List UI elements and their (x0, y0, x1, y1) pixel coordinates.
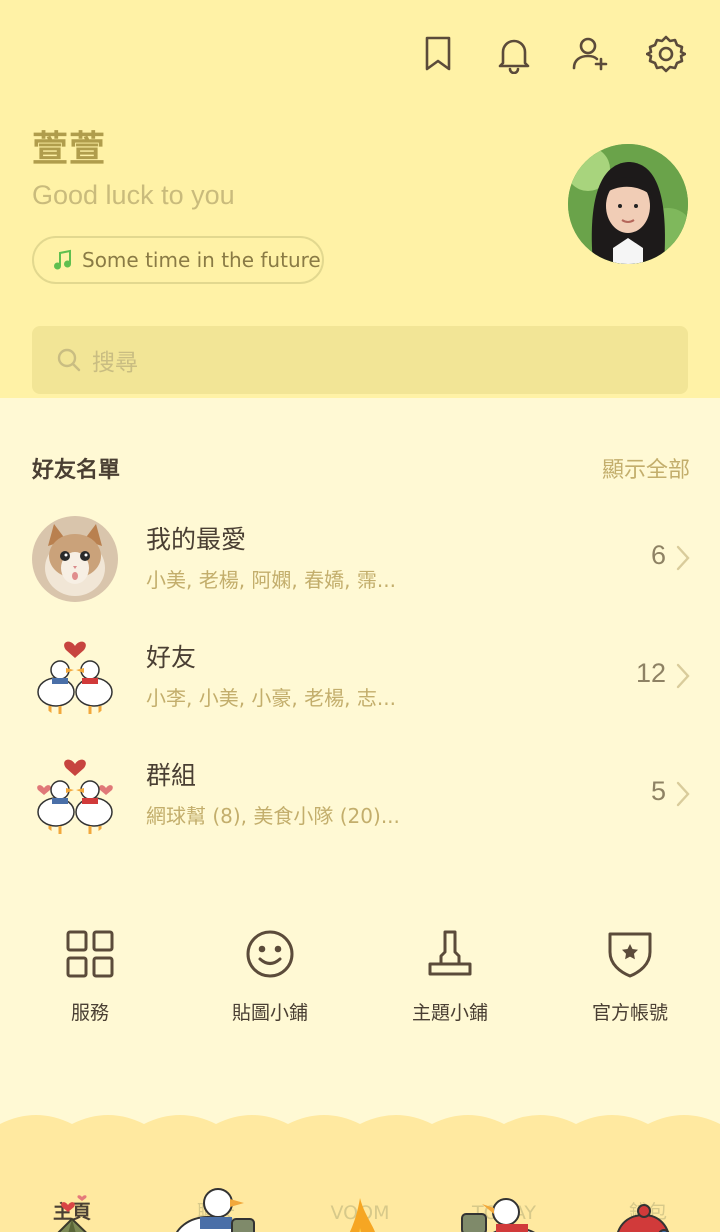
duck-group-thumbnail (32, 752, 118, 838)
status-message[interactable]: Good luck to you (32, 180, 235, 211)
shield-star-icon (608, 932, 652, 978)
chevron-right-icon (676, 663, 690, 689)
duck-couple-thumbnail (32, 634, 118, 720)
list-item-friends[interactable]: 好友 小李, 小美, 小豪, 老楊, 志... 12 (32, 634, 692, 720)
search-input[interactable]: 搜尋 (92, 343, 138, 377)
nav-tab-wallet[interactable]: 錢包 (576, 1197, 720, 1232)
duck-chat-icon (176, 1188, 255, 1232)
cat-thumbnail (32, 516, 118, 602)
music-note-icon (54, 249, 71, 270)
list-item-count: 6 (650, 540, 666, 570)
list-item-subtitle: 小美, 老楊, 阿嫻, 春嬌, 霈... (146, 568, 396, 592)
list-item-title: 我的最愛 (146, 525, 247, 554)
profile-name[interactable]: 萱萱 (32, 120, 106, 172)
search-bar[interactable]: 搜尋 (32, 326, 688, 394)
service-button-official-accounts[interactable]: 官方帳號 (540, 926, 720, 1025)
service-button-themes[interactable]: 主題小鋪 (360, 926, 540, 1025)
nav-tab-today[interactable]: TODAY (432, 1198, 576, 1232)
service-label: 服務 (70, 1002, 109, 1024)
service-label: 貼圖小鋪 (231, 1002, 308, 1024)
service-label: 主題小鋪 (411, 1002, 488, 1024)
list-item-title: 好友 (146, 643, 197, 672)
list-item-subtitle: 網球幫 (8), 美食小隊 (20)... (146, 804, 400, 828)
service-label: 官方帳號 (591, 1002, 668, 1024)
profile-music-button[interactable]: Some time in the future (32, 236, 324, 284)
tent-icon (57, 1195, 87, 1232)
grid-icon (66, 930, 114, 978)
list-item-count: 5 (650, 776, 666, 806)
duck-today-icon (461, 1198, 536, 1232)
list-item-count: 12 (635, 658, 666, 688)
smiley-icon (246, 930, 294, 978)
list-item-title: 群組 (146, 761, 197, 790)
beanie-icon (617, 1204, 670, 1232)
chevron-right-icon (676, 545, 690, 571)
campfire-icon (349, 1198, 375, 1232)
avatar[interactable] (568, 144, 688, 264)
gear-icon[interactable] (644, 30, 688, 78)
brush-icon (428, 930, 472, 976)
add-friend-icon[interactable] (568, 30, 612, 78)
music-title: Some time in the future (82, 248, 321, 272)
nav-tab-voom[interactable]: VOOM (288, 1198, 432, 1232)
friends-section-title: 好友名單 (32, 458, 121, 483)
chevron-right-icon (676, 781, 690, 807)
list-item-favorites[interactable]: 我的最愛 小美, 老楊, 阿嫻, 春嬌, 霈... 6 (32, 516, 692, 602)
service-button-stickers[interactable]: 貼圖小鋪 (180, 926, 360, 1025)
show-all-link[interactable]: 顯示全部 (602, 452, 690, 484)
nav-tab-chats[interactable]: 聊天 (144, 1188, 288, 1232)
search-icon (57, 348, 81, 372)
bottom-nav: 主頁 聊天 VOOM TODAY (0, 1110, 720, 1232)
list-item-groups[interactable]: 群組 網球幫 (8), 美食小隊 (20)... 5 (32, 752, 692, 838)
service-button-services[interactable]: 服務 (0, 926, 180, 1025)
nav-tab-home[interactable]: 主頁 (0, 1195, 144, 1232)
bell-icon[interactable] (492, 30, 536, 78)
list-item-subtitle: 小李, 小美, 小豪, 老楊, 志... (146, 686, 396, 710)
header-toolbar (416, 30, 688, 78)
bookmark-icon[interactable] (416, 30, 460, 78)
